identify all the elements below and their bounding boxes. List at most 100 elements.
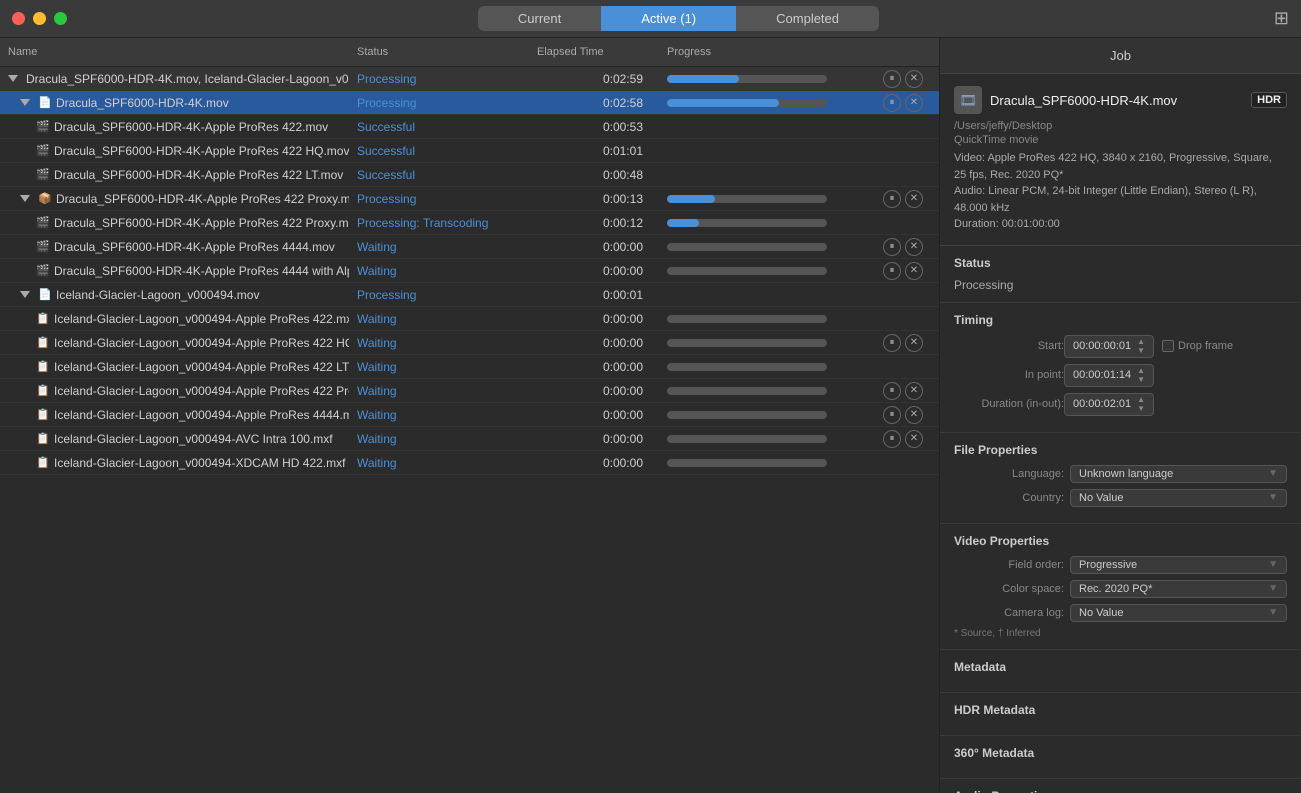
- stop-button[interactable]: ✕: [905, 262, 923, 280]
- pause-button[interactable]: ⏸: [883, 94, 901, 112]
- table-row[interactable]: 📋 Iceland-Glacier-Lagoon_v000494-AVC Int…: [0, 427, 939, 451]
- col-progress: Progress: [659, 42, 879, 62]
- color-space-row: Color space: Rec. 2020 PQ* ▼: [954, 580, 1287, 598]
- stop-button[interactable]: ✕: [905, 190, 923, 208]
- job-type: QuickTime movie: [954, 134, 1287, 146]
- row-label: Dracula_SPF6000-HDR-4K-Apple ProRes 422 …: [54, 216, 349, 230]
- tab-current[interactable]: Current: [478, 6, 601, 31]
- color-space-value[interactable]: Rec. 2020 PQ* ▼: [1070, 580, 1287, 598]
- row-status: Successful: [349, 141, 529, 161]
- row-progress: [659, 172, 879, 178]
- row-status: Waiting: [349, 405, 529, 425]
- row-status: Processing: Transcoding: [349, 213, 529, 233]
- table-row[interactable]: 📋 Iceland-Glacier-Lagoon_v000494-Apple P…: [0, 379, 939, 403]
- pause-button[interactable]: ⏸: [883, 406, 901, 424]
- row-status: Processing: [349, 69, 529, 89]
- audio-properties-title: Audio Properties: [954, 789, 1287, 793]
- timing-start-value[interactable]: 00:00:00:01 ▲ ▼: [1064, 335, 1154, 358]
- table-row[interactable]: 🎬 Dracula_SPF6000-HDR-4K-Apple ProRes 44…: [0, 259, 939, 283]
- pause-button[interactable]: ⏸: [883, 190, 901, 208]
- camera-log-label: Camera log:: [954, 607, 1064, 619]
- stop-button[interactable]: ✕: [905, 406, 923, 424]
- row-name: 📋 Iceland-Glacier-Lagoon_v000494-AVC Int…: [0, 429, 349, 449]
- row-progress: [659, 72, 879, 86]
- pause-button[interactable]: ⏸: [883, 70, 901, 88]
- tabs-bar: Current Active (1) Completed: [83, 6, 1274, 31]
- stop-button[interactable]: ✕: [905, 70, 923, 88]
- language-value[interactable]: Unknown language ▼: [1070, 465, 1287, 483]
- row-label: Iceland-Glacier-Lagoon_v000494-Apple Pro…: [54, 408, 349, 422]
- expand-icon[interactable]: [20, 99, 30, 106]
- job-video-info: Video: Apple ProRes 422 HQ, 3840 x 2160,…: [954, 150, 1287, 183]
- table-row[interactable]: 🎬 Dracula_SPF6000-HDR-4K-Apple ProRes 44…: [0, 235, 939, 259]
- table-row[interactable]: 🎬 Dracula_SPF6000-HDR-4K-Apple ProRes 42…: [0, 163, 939, 187]
- job-audio-info: Audio: Linear PCM, 24-bit Integer (Littl…: [954, 183, 1287, 216]
- country-value[interactable]: No Value ▼: [1070, 489, 1287, 507]
- row-status: Successful: [349, 117, 529, 137]
- 360-metadata-section: 360° Metadata: [940, 736, 1301, 779]
- row-label: Iceland-Glacier-Lagoon_v000494-Apple Pro…: [54, 384, 349, 398]
- titlebar: Current Active (1) Completed ⊞: [0, 0, 1301, 38]
- timing-inpoint-value[interactable]: 00:00:01:14 ▲ ▼: [1064, 364, 1154, 387]
- row-progress: [659, 292, 879, 298]
- row-elapsed: 0:00:53: [529, 117, 659, 137]
- row-progress: [659, 384, 879, 398]
- stop-button[interactable]: ✕: [905, 334, 923, 352]
- stop-button[interactable]: ✕: [905, 238, 923, 256]
- tab-active[interactable]: Active (1): [601, 6, 736, 31]
- table-row[interactable]: 📋 Iceland-Glacier-Lagoon_v000494-Apple P…: [0, 403, 939, 427]
- checkbox[interactable]: [1162, 340, 1174, 352]
- chevron-icon: ▼: [1268, 559, 1278, 570]
- expand-icon[interactable]: [20, 195, 30, 202]
- expand-icon[interactable]: [8, 75, 18, 82]
- row-label: Iceland-Glacier-Lagoon_v000494-Apple Pro…: [54, 336, 349, 350]
- tab-completed[interactable]: Completed: [736, 6, 879, 31]
- timing-duration-value[interactable]: 00:00:02:01 ▲ ▼: [1064, 393, 1154, 416]
- table-row[interactable]: 🎬 Dracula_SPF6000-HDR-4K-Apple ProRes 42…: [0, 211, 939, 235]
- minimize-button[interactable]: [33, 12, 46, 25]
- table-row[interactable]: 📋 Iceland-Glacier-Lagoon_v000494-Apple P…: [0, 307, 939, 331]
- field-order-value[interactable]: Progressive ▼: [1070, 556, 1287, 574]
- row-status: Waiting: [349, 381, 529, 401]
- doc-icon: 📄: [38, 96, 52, 110]
- job-path: /Users/jeffy/Desktop: [954, 120, 1287, 132]
- settings-icon[interactable]: ⊞: [1274, 8, 1289, 29]
- chevron-icon: ▼: [1268, 492, 1278, 503]
- row-elapsed: 0:00:48: [529, 165, 659, 185]
- pause-button[interactable]: ⏸: [883, 382, 901, 400]
- row-status: Waiting: [349, 237, 529, 257]
- col-status: Status: [349, 42, 529, 62]
- pause-button[interactable]: ⏸: [883, 430, 901, 448]
- fullscreen-button[interactable]: [54, 12, 67, 25]
- field-order-label: Field order:: [954, 559, 1064, 571]
- row-elapsed: 0:00:00: [529, 453, 659, 473]
- table-row[interactable]: 📋 Iceland-Glacier-Lagoon_v000494-Apple P…: [0, 355, 939, 379]
- camera-log-value[interactable]: No Value ▼: [1070, 604, 1287, 622]
- table-header: Name Status Elapsed Time Progress: [0, 38, 939, 67]
- row-status: Waiting: [349, 309, 529, 329]
- table-row[interactable]: 📋 Iceland-Glacier-Lagoon_v000494-XDCAM H…: [0, 451, 939, 475]
- row-label: Iceland-Glacier-Lagoon_v000494-AVC Intra…: [54, 432, 333, 446]
- pause-button[interactable]: ⏸: [883, 262, 901, 280]
- pause-button[interactable]: ⏸: [883, 238, 901, 256]
- row-label: Iceland-Glacier-Lagoon_v000494.mov: [56, 288, 259, 302]
- stop-button[interactable]: ✕: [905, 382, 923, 400]
- media-icon: 🎬: [36, 168, 50, 182]
- row-label: Dracula_SPF6000-HDR-4K-Apple ProRes 422.…: [54, 120, 328, 134]
- row-elapsed: 0:00:00: [529, 429, 659, 449]
- table-row[interactable]: 📋 Iceland-Glacier-Lagoon_v000494-Apple P…: [0, 331, 939, 355]
- table-row[interactable]: 📄 Iceland-Glacier-Lagoon_v000494.mov Pro…: [0, 283, 939, 307]
- row-progress: [659, 408, 879, 422]
- table-row[interactable]: 📄 Dracula_SPF6000-HDR-4K.mov Processing …: [0, 91, 939, 115]
- pause-button[interactable]: ⏸: [883, 334, 901, 352]
- table-row[interactable]: Dracula_SPF6000-HDR-4K.mov, Iceland-Glac…: [0, 67, 939, 91]
- close-button[interactable]: [12, 12, 25, 25]
- chevron-icon: ▼: [1268, 468, 1278, 479]
- table-row[interactable]: 🎬 Dracula_SPF6000-HDR-4K-Apple ProRes 42…: [0, 115, 939, 139]
- expand-icon[interactable]: [20, 291, 30, 298]
- table-row[interactable]: 📦 Dracula_SPF6000-HDR-4K-Apple ProRes 42…: [0, 187, 939, 211]
- stop-button[interactable]: ✕: [905, 430, 923, 448]
- table-row[interactable]: 🎬 Dracula_SPF6000-HDR-4K-Apple ProRes 42…: [0, 139, 939, 163]
- stop-button[interactable]: ✕: [905, 94, 923, 112]
- drop-frame-checkbox[interactable]: Drop frame: [1162, 340, 1233, 352]
